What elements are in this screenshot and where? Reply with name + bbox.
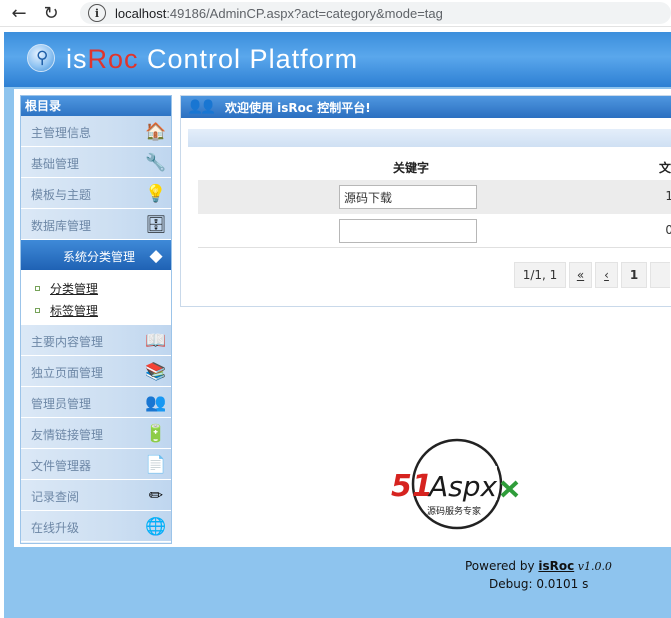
header-banner: ⚲ isRoc Control Platform bbox=[4, 32, 671, 87]
debug-info: Debug: 0.0101 s bbox=[489, 577, 589, 591]
menu-item-admins[interactable]: 管理员管理 👥 bbox=[21, 387, 171, 418]
page-1-button[interactable]: 1 bbox=[621, 262, 647, 288]
books-icon: 📚 bbox=[145, 362, 167, 382]
51aspx-logo: 51 Aspx 源码服务专家 bbox=[391, 438, 519, 530]
table-row: 1 bbox=[198, 180, 671, 214]
count-cell: 1 bbox=[665, 189, 671, 203]
table-toolbar bbox=[188, 129, 671, 147]
browser-toolbar: ← ↻ i localhost:49186/AdminCP.aspx?act=c… bbox=[0, 0, 671, 27]
menu-item-files[interactable]: 文件管理器 📄 bbox=[21, 449, 171, 480]
count-cell: 0 bbox=[665, 223, 671, 237]
admin-page: ⚲ isRoc Control Platform 根目录 主管理信息 🏠 基础管… bbox=[4, 32, 671, 618]
menu-item-templates[interactable]: 模板与主题 💡 bbox=[21, 178, 171, 209]
house-icon: 🏠 bbox=[145, 122, 167, 142]
users-icon: 👥 bbox=[145, 393, 167, 413]
menu-item-upgrade[interactable]: 在线升级 🌐 bbox=[21, 511, 171, 542]
sidebar-title: 根目录 bbox=[21, 96, 171, 116]
menu-item-content[interactable]: 主要内容管理 📖 bbox=[21, 325, 171, 356]
content-panel: 👤👤 欢迎使用 isRoc 控制平台! 关键字 文 1 0 1/1, 1 « ‹… bbox=[180, 95, 671, 307]
next-page-button[interactable] bbox=[650, 262, 670, 288]
battery-icon: 🔋 bbox=[145, 424, 167, 444]
column-header-keyword: 关键字 bbox=[393, 161, 430, 175]
menu-item-category[interactable]: 系统分类管理 ◆ bbox=[21, 240, 171, 271]
bullet-icon bbox=[35, 307, 40, 313]
keyword-input[interactable] bbox=[339, 185, 477, 209]
new-keyword-input[interactable] bbox=[339, 219, 477, 243]
svg-text:Aspx: Aspx bbox=[427, 470, 498, 503]
menu-item-logs[interactable]: 记录查阅 ✏ bbox=[21, 480, 171, 511]
brand-title: isRoc Control Platform bbox=[66, 44, 359, 74]
page-info: 1/1, 1 bbox=[514, 262, 566, 288]
runner-logo-icon: ⚲ bbox=[27, 44, 55, 72]
category-submenu: 分类管理 标签管理 bbox=[21, 271, 171, 325]
pagination: 1/1, 1 « ‹ 1 bbox=[514, 262, 671, 288]
menu-item-database[interactable]: 数据库管理 🗄 bbox=[21, 209, 171, 240]
lightbulb-icon: 💡 bbox=[145, 184, 167, 204]
svg-text:51: 51 bbox=[391, 469, 433, 504]
menu-item-basic[interactable]: 基础管理 🔧 bbox=[21, 147, 171, 178]
welcome-header: 👤👤 欢迎使用 isRoc 控制平台! bbox=[181, 96, 671, 118]
sidebar: 根目录 主管理信息 🏠 基础管理 🔧 模板与主题 💡 数据库管理 🗄 系统分类管… bbox=[20, 95, 172, 544]
column-header-count: 文 bbox=[659, 161, 671, 175]
bullet-icon bbox=[35, 285, 40, 291]
address-bar[interactable]: i localhost:49186/AdminCP.aspx?act=categ… bbox=[80, 2, 671, 24]
main-frame: 根目录 主管理信息 🏠 基础管理 🔧 模板与主题 💡 数据库管理 🗄 系统分类管… bbox=[14, 89, 671, 547]
users-icon: 👤👤 bbox=[187, 99, 216, 115]
menu-item-main-info[interactable]: 主管理信息 🏠 bbox=[21, 116, 171, 147]
tag-icon: ◆ bbox=[149, 246, 163, 266]
footer: Powered by isRoc v1.0.0 Debug: 0.0101 s bbox=[4, 552, 671, 618]
table-row: 0 bbox=[198, 214, 671, 248]
url-text[interactable]: localhost:49186/AdminCP.aspx?act=categor… bbox=[115, 6, 443, 21]
submenu-item-tags[interactable]: 标签管理 bbox=[21, 299, 171, 321]
prev-page-button[interactable]: ‹ bbox=[595, 262, 618, 288]
file-icon: 📄 bbox=[145, 455, 167, 475]
pencil-icon: ✏ bbox=[148, 486, 164, 506]
back-arrow-icon[interactable]: ← bbox=[6, 0, 32, 26]
svg-text:源码服务专家: 源码服务专家 bbox=[427, 505, 481, 517]
database-icon: 🗄 bbox=[145, 215, 167, 235]
info-icon[interactable]: i bbox=[88, 4, 106, 22]
book-icon: 📖 bbox=[145, 331, 167, 351]
submenu-item-category[interactable]: 分类管理 bbox=[21, 277, 171, 299]
brand-link[interactable]: isRoc bbox=[538, 559, 574, 573]
menu-item-links[interactable]: 友情链接管理 🔋 bbox=[21, 418, 171, 449]
tools-icon: 🔧 bbox=[145, 153, 167, 173]
first-page-button[interactable]: « bbox=[569, 262, 592, 288]
globe-icon: 🌐 bbox=[145, 517, 167, 537]
reload-icon[interactable]: ↻ bbox=[38, 0, 64, 26]
powered-by: Powered by isRoc v1.0.0 bbox=[465, 559, 612, 573]
menu-item-pages[interactable]: 独立页面管理 📚 bbox=[21, 356, 171, 387]
